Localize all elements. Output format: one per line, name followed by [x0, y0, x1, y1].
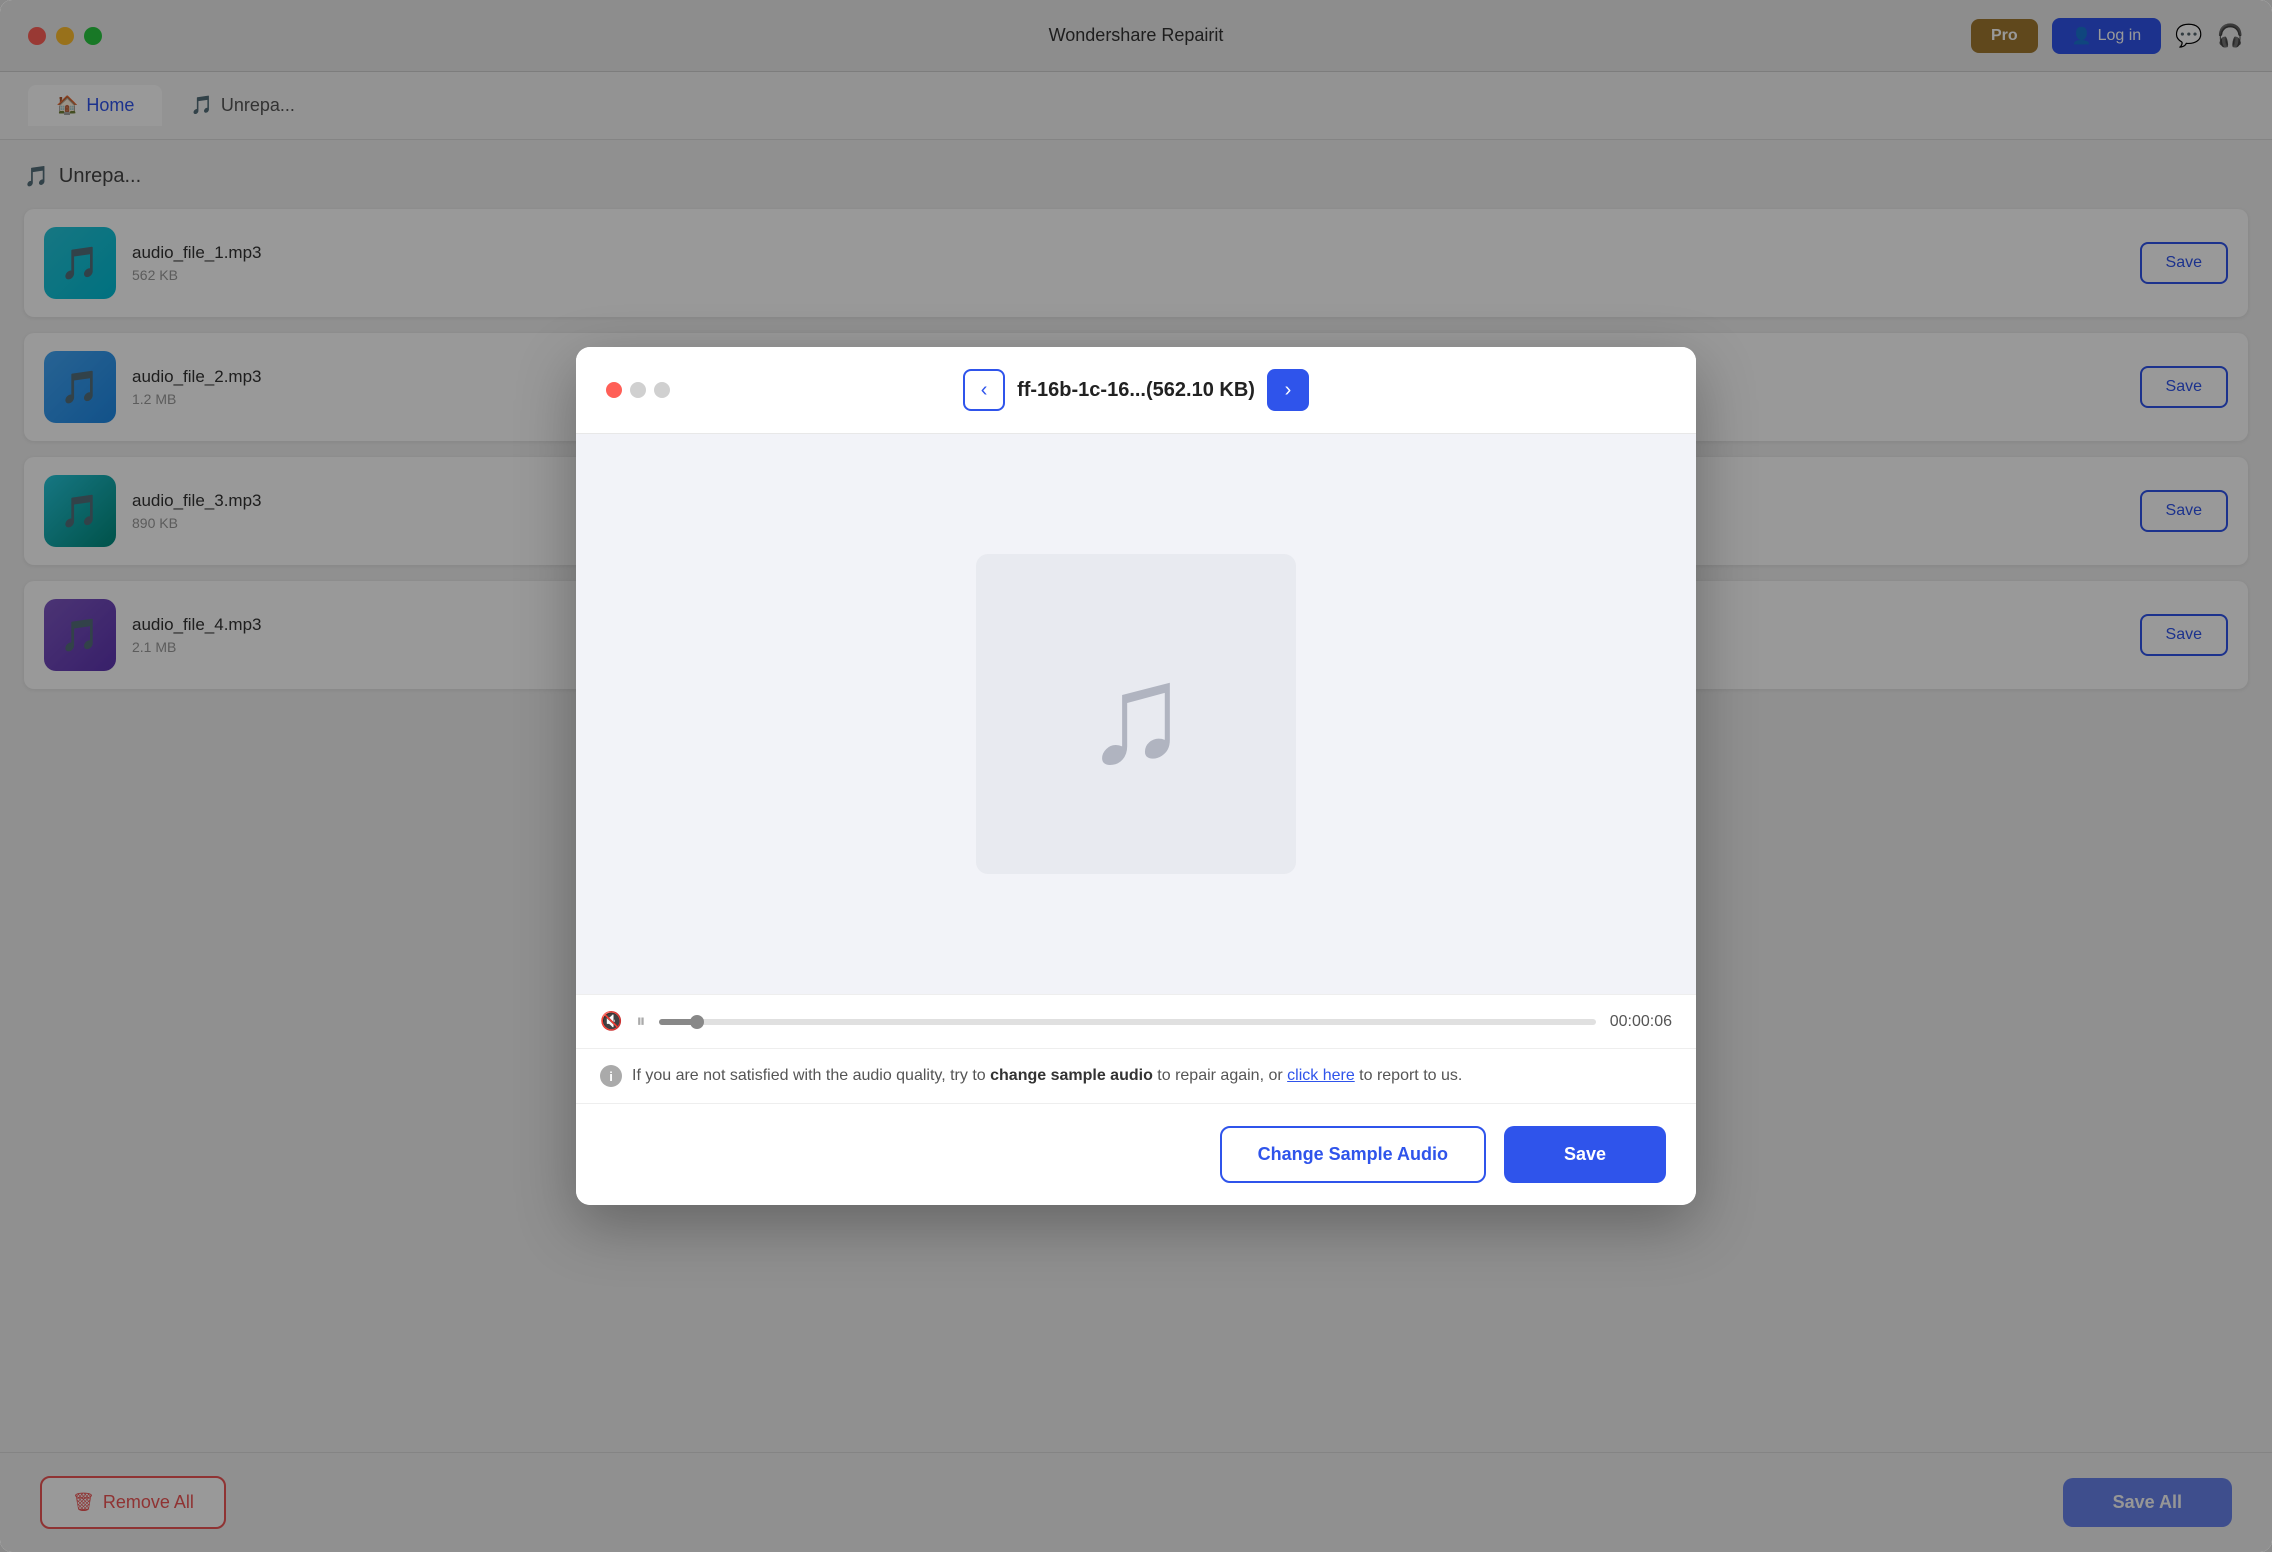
- modal-audio-content: ♫: [576, 434, 1696, 994]
- modal-info-message: i If you are not satisfied with the audi…: [576, 1048, 1696, 1103]
- app-window: Wondershare Repairit Pro 👤 Log in 💬 🎧 🏠 …: [0, 0, 2272, 1552]
- info-icon: i: [600, 1065, 622, 1087]
- modal-footer: Change Sample Audio Save: [576, 1103, 1696, 1205]
- modal-navigation: ‹ ff-16b-1c-16...(562.10 KB) ›: [963, 369, 1309, 411]
- audio-placeholder: ♫: [976, 554, 1296, 874]
- modal-traffic-lights: [606, 382, 670, 398]
- music-note-icon: ♫: [1084, 633, 1189, 795]
- modal-save-button[interactable]: Save: [1504, 1126, 1666, 1183]
- modal-filename: ff-16b-1c-16...(562.10 KB): [1017, 379, 1255, 402]
- progress-fill: [659, 1019, 696, 1025]
- info-text: If you are not satisfied with the audio …: [632, 1067, 1462, 1085]
- modal-minimize-button[interactable]: [630, 382, 646, 398]
- change-sample-audio-button[interactable]: Change Sample Audio: [1220, 1126, 1486, 1183]
- progress-handle[interactable]: [690, 1015, 704, 1029]
- modal-next-button[interactable]: ›: [1267, 369, 1309, 411]
- modal-close-button[interactable]: [606, 382, 622, 398]
- modal-titlebar: ‹ ff-16b-1c-16...(562.10 KB) ›: [576, 347, 1696, 434]
- modal-prev-button[interactable]: ‹: [963, 369, 1005, 411]
- modal-progress-bar: 🔇 ⏸ 00:00:06: [576, 994, 1696, 1048]
- modal-dialog: ‹ ff-16b-1c-16...(562.10 KB) › ♫ 🔇 ⏸: [576, 347, 1696, 1205]
- modal-overlay: ‹ ff-16b-1c-16...(562.10 KB) › ♫ 🔇 ⏸: [0, 0, 2272, 1552]
- pause-icon[interactable]: ⏸: [636, 1011, 645, 1032]
- modal-maximize-button[interactable]: [654, 382, 670, 398]
- mute-icon[interactable]: 🔇: [600, 1011, 622, 1032]
- report-link[interactable]: click here: [1287, 1067, 1355, 1084]
- progress-time: 00:00:06: [1610, 1013, 1672, 1031]
- progress-bar[interactable]: [659, 1019, 1595, 1025]
